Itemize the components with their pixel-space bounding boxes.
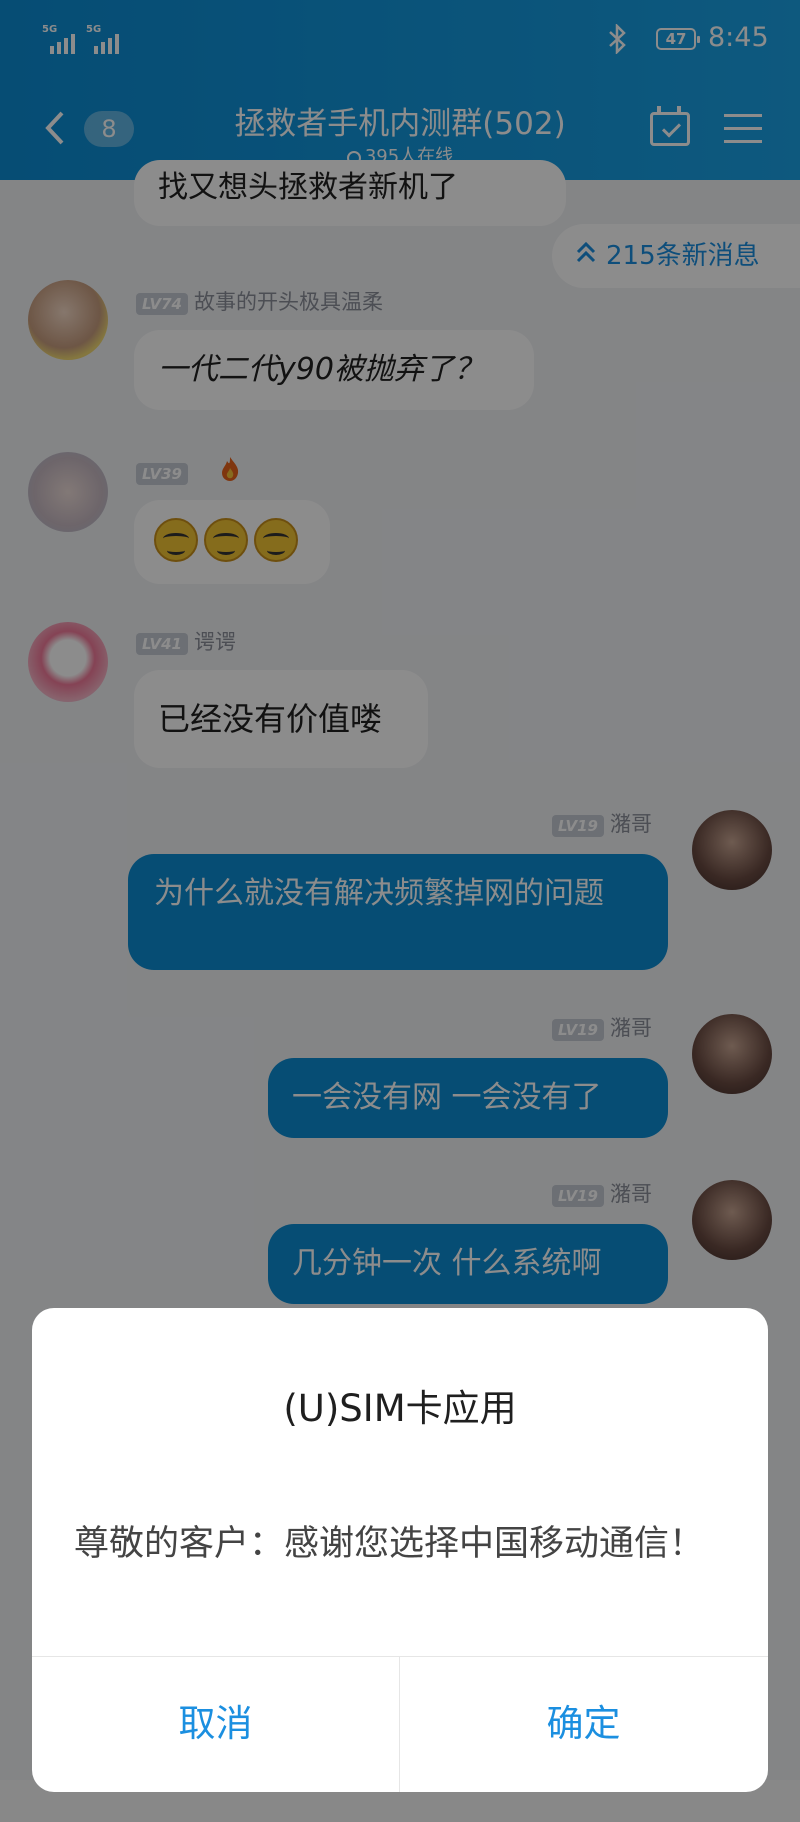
sim-dialog: (U)SIM卡应用 尊敬的客户：感谢您选择中国移动通信！ 取消 确定 [32,1308,768,1792]
cancel-button[interactable]: 取消 [32,1656,399,1792]
confirm-button[interactable]: 确定 [400,1656,767,1792]
dialog-message: 尊敬的客户：感谢您选择中国移动通信！ [74,1524,705,1564]
dialog-title: (U)SIM卡应用 [283,1387,517,1430]
